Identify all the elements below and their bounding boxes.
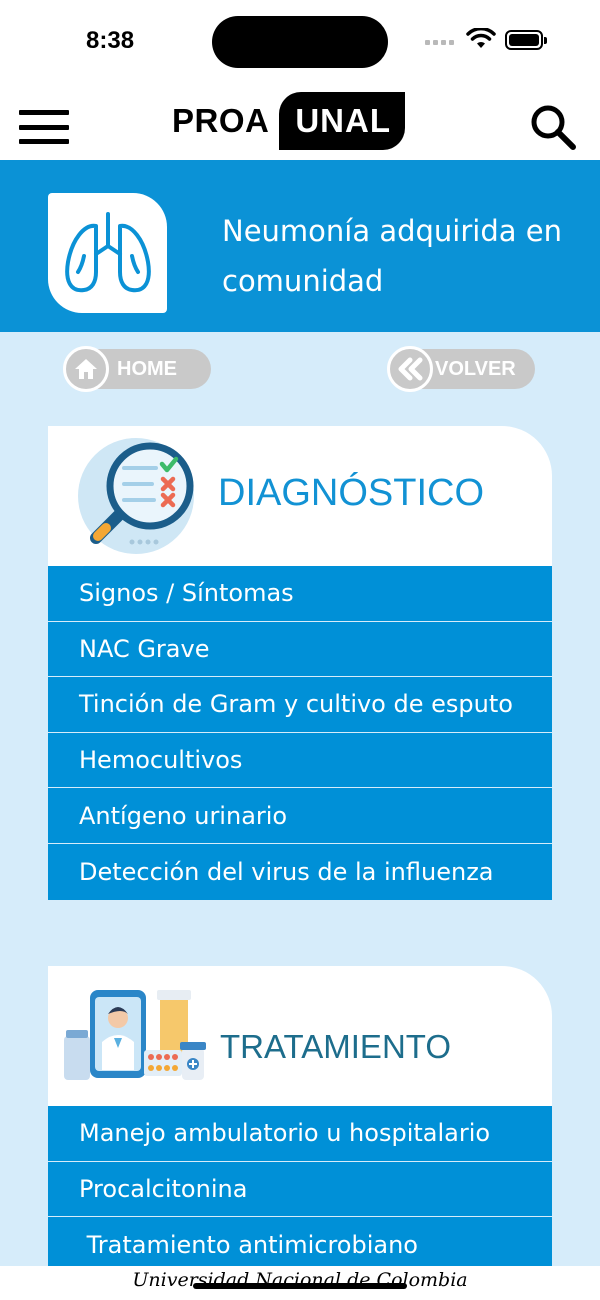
diagnostico-item-influenza[interactable]: Detección del virus de la influenza	[48, 843, 552, 900]
home-button-label: HOME	[117, 357, 177, 380]
tratamiento-item-procalcitonina[interactable]: Procalcitonina	[48, 1161, 552, 1218]
diagnostico-list: Signos / Síntomas NAC Grave Tinción de G…	[48, 566, 552, 900]
status-bar: 8:38	[0, 0, 600, 82]
logo-text-unal: UNAL	[279, 92, 405, 150]
doctor-medication-icon	[64, 990, 206, 1080]
battery-icon	[505, 30, 547, 50]
home-button[interactable]: HOME	[63, 346, 211, 392]
lungs-icon	[64, 212, 151, 293]
tratamiento-header: TRATAMIENTO	[48, 966, 552, 1106]
diagnostico-header: DIAGNÓSTICO	[48, 426, 552, 566]
topic-icon-box	[48, 193, 167, 313]
diagnostico-item-signos-sintomas[interactable]: Signos / Síntomas	[48, 566, 552, 622]
proa-unal-logo: PROA UNAL	[172, 88, 405, 154]
tratamiento-list: Manejo ambulatorio u hospitalario Procal…	[48, 1106, 552, 1273]
diagnostico-item-antigeno-urinario[interactable]: Antígeno urinario	[48, 788, 552, 844]
search-icon[interactable]	[528, 102, 578, 156]
home-icon	[63, 346, 109, 392]
topic-banner: Neumonía adquirida en comunidad	[0, 160, 600, 332]
back-button-label: VOLVER	[435, 357, 516, 380]
diagnostico-item-tincion-gram[interactable]: Tinción de Gram y cultivo de esputo	[48, 677, 552, 733]
hamburger-menu-icon[interactable]	[19, 110, 69, 144]
double-chevron-left-icon	[387, 346, 433, 392]
back-button[interactable]: VOLVER	[387, 346, 535, 392]
diagnostico-item-hemocultivos[interactable]: Hemocultivos	[48, 732, 552, 789]
nav-bar: PROA UNAL	[0, 82, 600, 160]
diagnostico-card: DIAGNÓSTICO Signos / Síntomas NAC Grave …	[48, 426, 552, 900]
tratamiento-item-antimicrobiano[interactable]: Tratamiento antimicrobiano	[48, 1217, 552, 1273]
diagnostico-item-nac-grave[interactable]: NAC Grave	[48, 621, 552, 678]
wifi-icon	[466, 26, 496, 54]
tratamiento-item-manejo[interactable]: Manejo ambulatorio u hospitalario	[48, 1106, 552, 1162]
logo-text-proa: PROA	[172, 102, 270, 139]
tratamiento-card: TRATAMIENTO Manejo ambulatorio u hospita…	[48, 966, 552, 1273]
dynamic-island	[212, 16, 388, 68]
home-indicator[interactable]	[193, 1283, 407, 1289]
topic-title: Neumonía adquirida en comunidad	[222, 214, 562, 298]
tratamiento-title: TRATAMIENTO	[220, 1028, 451, 1065]
status-time: 8:38	[86, 27, 135, 54]
diagnostico-title: DIAGNÓSTICO	[218, 472, 485, 514]
magnifier-checklist-icon	[78, 438, 194, 554]
cellular-signal-icon	[425, 40, 454, 45]
